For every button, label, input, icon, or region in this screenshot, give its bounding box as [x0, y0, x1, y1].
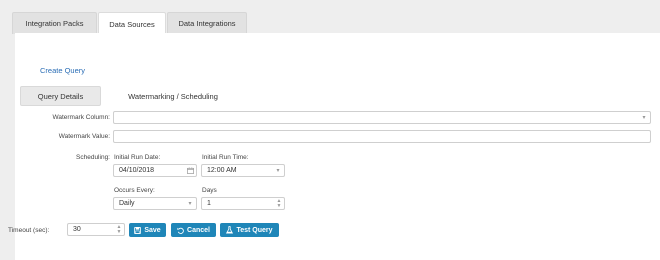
create-query-link[interactable]: Create Query [40, 66, 85, 75]
undo-icon [177, 227, 184, 234]
initial-run-date-input[interactable]: 04/10/2018 [113, 164, 197, 177]
content-panel: Create Query Query Details Watermarking … [8, 33, 660, 260]
flask-icon [226, 226, 234, 234]
chevron-down-icon: ▾ [642, 115, 646, 121]
occurs-every-select[interactable]: Daily ▾ [113, 197, 197, 210]
initial-run-date-label: Initial Run Date: [114, 154, 161, 161]
days-label: Days [202, 187, 217, 194]
spinner-icon[interactable]: ▲ ▼ [114, 224, 124, 235]
occurs-every-value: Daily [119, 200, 135, 207]
tab-data-sources[interactable]: Data Sources [98, 12, 166, 35]
chevron-down-icon: ▾ [188, 201, 192, 207]
cancel-button-label: Cancel [187, 226, 210, 234]
save-button[interactable]: Save [129, 223, 166, 237]
initial-run-date-value: 04/10/2018 [119, 167, 155, 174]
timeout-label: Timeout (sec): [8, 227, 50, 234]
occurs-every-label: Occurs Every: [114, 187, 155, 194]
test-query-button-label: Test Query [236, 226, 273, 234]
calendar-icon[interactable] [184, 165, 196, 176]
spinner-icon[interactable]: ▲ ▼ [274, 198, 284, 209]
days-stepper[interactable]: 1 ▲ ▼ [201, 197, 285, 210]
initial-run-time-value: 12:00 AM [207, 167, 237, 174]
timeout-stepper[interactable]: 30 ▲ ▼ [67, 223, 125, 236]
test-query-button[interactable]: Test Query [220, 223, 279, 237]
top-tab-bar: Integration Packs Data Sources Data Inte… [0, 0, 660, 35]
watermark-value-input[interactable] [113, 130, 651, 143]
tab-integration-packs[interactable]: Integration Packs [12, 12, 97, 34]
tab-data-integrations[interactable]: Data Integrations [167, 12, 247, 34]
watermark-column-label: Watermark Column: [52, 114, 110, 121]
chevron-down-icon: ▾ [276, 168, 280, 174]
timeout-value: 30 [73, 226, 81, 233]
subtab-query-details[interactable]: Query Details [20, 86, 101, 106]
watermark-value-label: Watermark Value: [58, 133, 110, 140]
watermark-column-select[interactable]: ▾ [113, 111, 651, 124]
floppy-disk-icon [134, 226, 142, 234]
days-value: 1 [207, 200, 211, 207]
scheduling-label: Scheduling: [76, 154, 110, 161]
save-button-label: Save [144, 226, 161, 234]
initial-run-time-label: Initial Run Time: [202, 154, 249, 161]
subtab-watermarking-scheduling[interactable]: Watermarking / Scheduling [111, 86, 235, 106]
cancel-button[interactable]: Cancel [171, 223, 216, 237]
initial-run-time-select[interactable]: 12:00 AM ▾ [201, 164, 285, 177]
